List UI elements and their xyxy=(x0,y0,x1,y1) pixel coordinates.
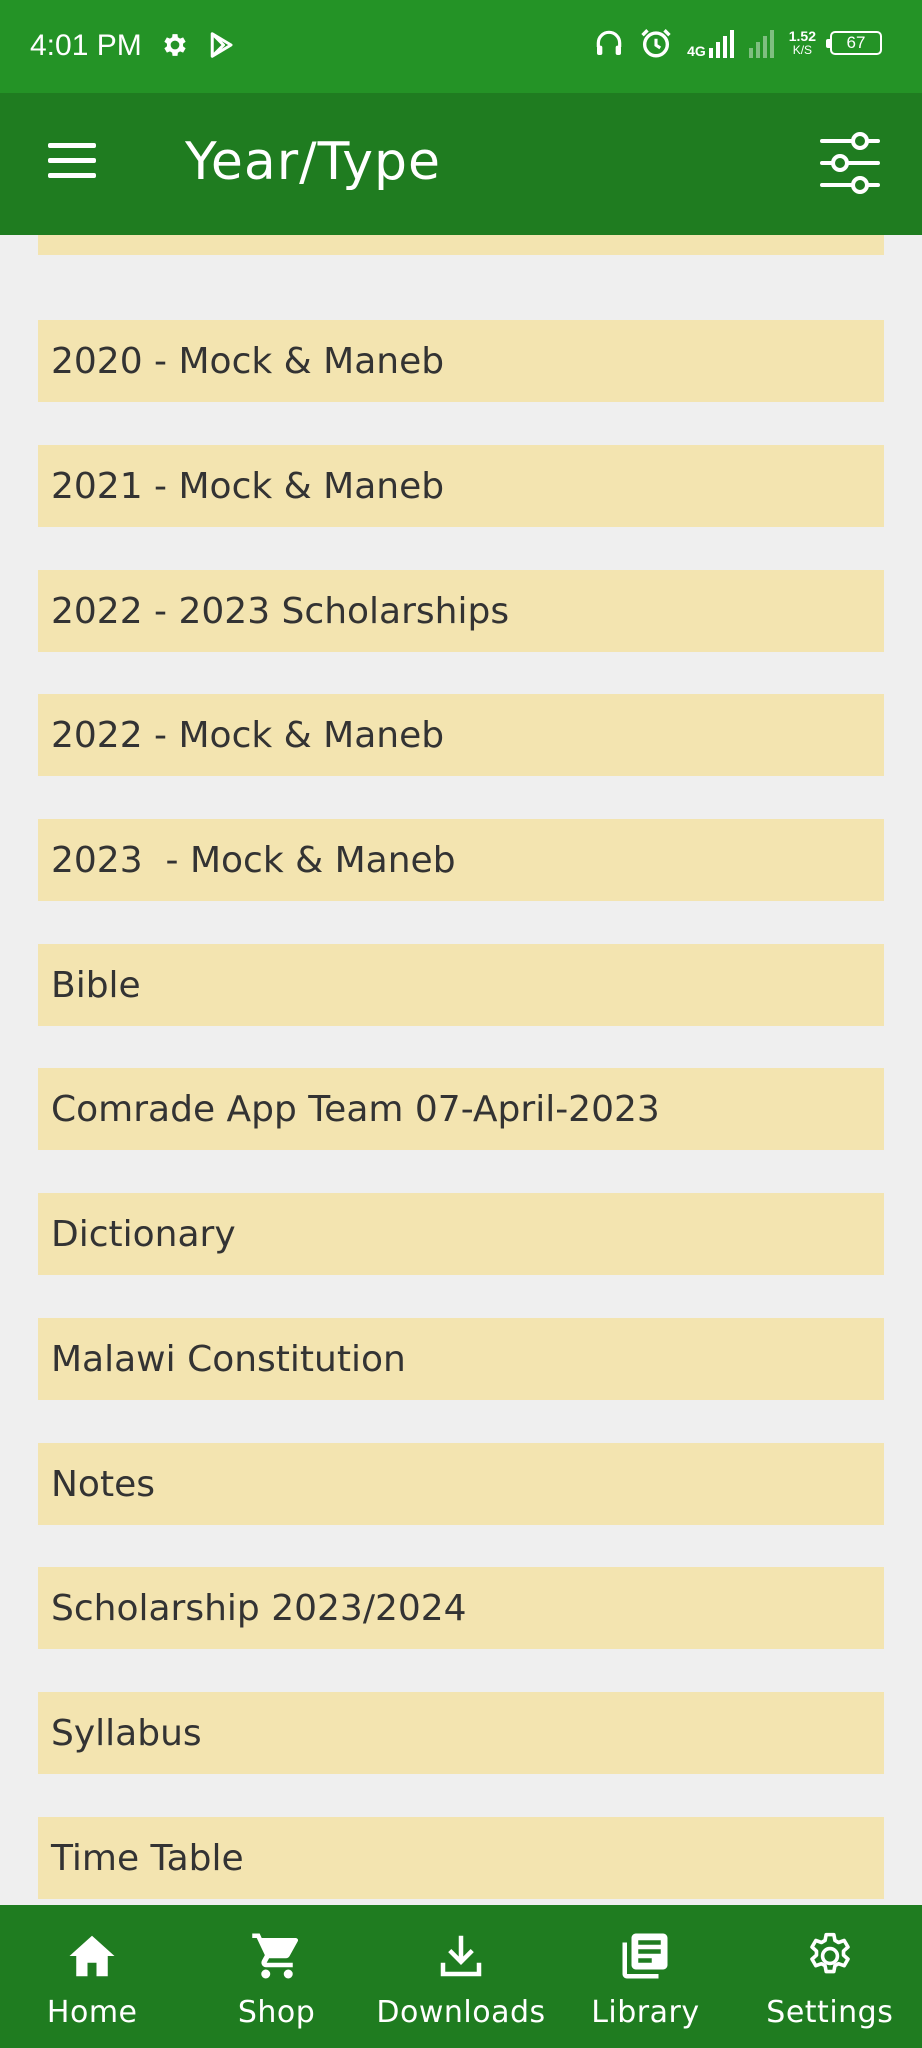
nav-home-label: Home xyxy=(46,1995,138,2030)
nav-shop-label: Shop xyxy=(237,1995,316,2030)
library-icon xyxy=(618,1929,672,1983)
filter-sliders-icon[interactable] xyxy=(818,131,882,195)
nav-library[interactable]: Library xyxy=(553,1905,737,2048)
nav-shop[interactable]: Shop xyxy=(184,1905,368,2048)
list-item[interactable]: 2020 - Mock & Maneb xyxy=(38,320,884,402)
list-item[interactable] xyxy=(38,235,884,255)
list-item[interactable]: Malawi Constitution xyxy=(38,1318,884,1400)
nav-downloads-label: Downloads xyxy=(376,1995,546,2030)
signal-weak-icon xyxy=(748,28,775,58)
status-time: 4:01 PM xyxy=(30,29,142,62)
nav-home[interactable]: Home xyxy=(0,1905,184,2048)
battery-icon: 67 xyxy=(826,31,882,55)
alarm-icon xyxy=(639,26,673,60)
menu-icon[interactable] xyxy=(48,143,96,187)
year-type-list: 2020 - Mock & Maneb 2021 - Mock & Maneb … xyxy=(0,235,922,1905)
bottom-nav: Home Shop Downloads Library Settings xyxy=(0,1905,922,2048)
cart-icon xyxy=(250,1929,304,1983)
list-item[interactable]: Scholarship 2023/2024 xyxy=(38,1567,884,1649)
status-left-icons xyxy=(160,28,236,62)
list-item[interactable]: Bible xyxy=(38,944,884,1026)
list-item[interactable]: Comrade App Team 07-April-2023 xyxy=(38,1068,884,1150)
net-speed-unit: K/S xyxy=(792,43,813,57)
nav-downloads[interactable]: Downloads xyxy=(369,1905,553,2048)
page-title: Year/Type xyxy=(185,132,442,192)
list-item[interactable]: 2022 - 2023 Scholarships xyxy=(38,570,884,652)
home-icon xyxy=(65,1929,119,1983)
list-item[interactable]: 2022 - Mock & Maneb xyxy=(38,694,884,776)
list-item[interactable]: Dictionary xyxy=(38,1193,884,1275)
settings-icon xyxy=(803,1929,857,1983)
status-right-icons: 4G 1.52 K/S 67 xyxy=(593,26,882,60)
list-item[interactable]: Notes xyxy=(38,1443,884,1525)
signal-icon: 4G xyxy=(687,28,735,58)
list-item[interactable]: Time Table xyxy=(38,1817,884,1899)
network-type: 4G xyxy=(687,43,706,59)
nav-library-label: Library xyxy=(591,1995,700,2030)
net-speed: 1.52 K/S xyxy=(789,29,816,57)
list-item[interactable]: 2021 - Mock & Maneb xyxy=(38,445,884,527)
nav-settings[interactable]: Settings xyxy=(738,1905,922,2048)
play-store-icon xyxy=(206,28,236,62)
headset-icon xyxy=(593,26,625,60)
status-bar: 4:01 PM 4G 1.52 K/S 67 xyxy=(0,0,922,93)
list-item[interactable]: Syllabus xyxy=(38,1692,884,1774)
app-bar: Year/Type xyxy=(0,93,922,235)
list-item[interactable]: 2023 - Mock & Maneb xyxy=(38,819,884,901)
net-speed-value: 1.52 xyxy=(788,28,816,44)
battery-level: 67 xyxy=(846,33,866,52)
settings-icon xyxy=(160,28,190,62)
download-icon xyxy=(434,1929,488,1983)
nav-settings-label: Settings xyxy=(766,1995,894,2030)
